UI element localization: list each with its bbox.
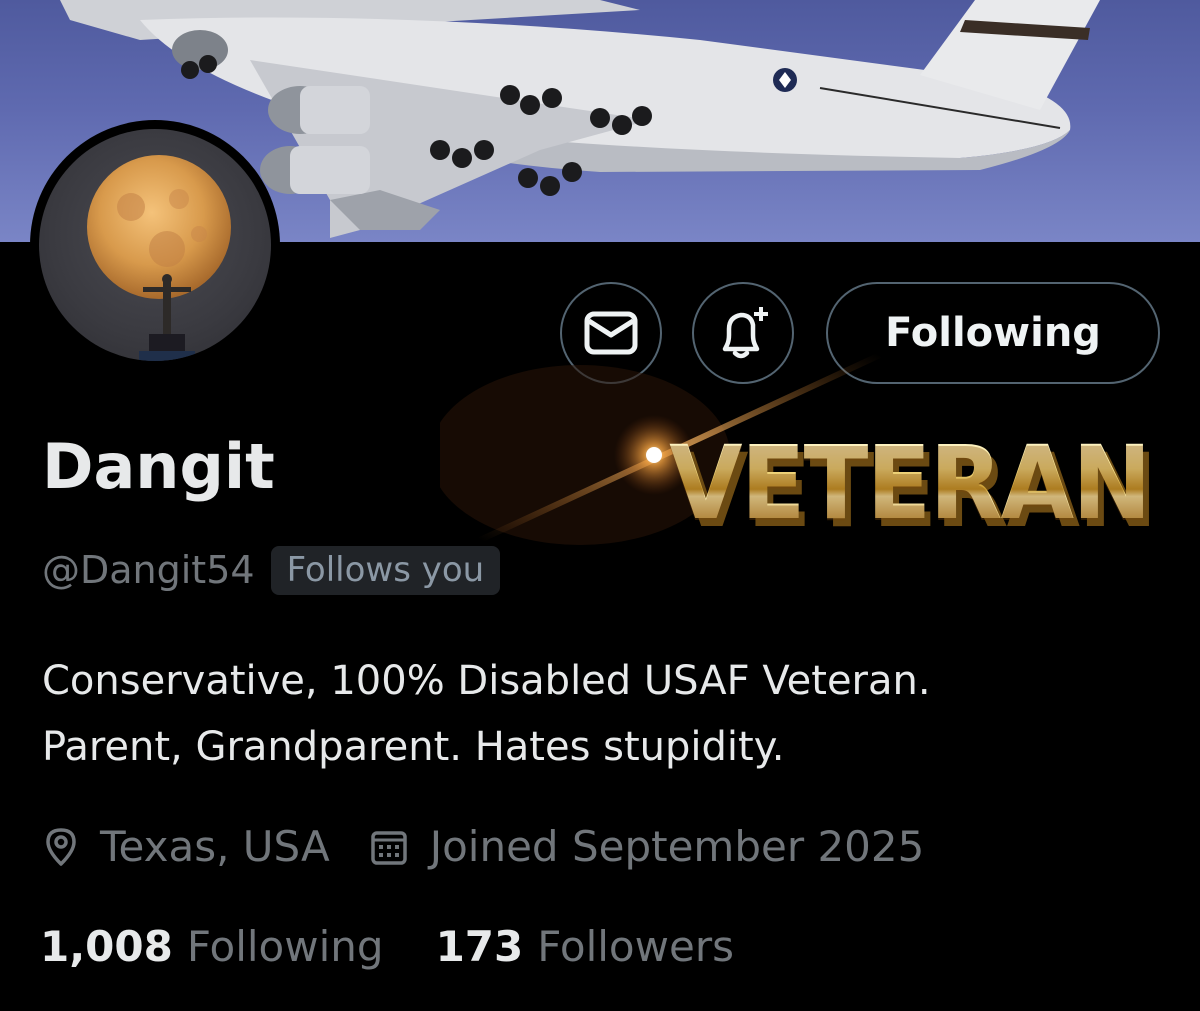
following-stat-link[interactable]: 1,008 Following [40,922,384,971]
profile-stats: 1,008 Following 173 Followers [40,922,734,971]
location-pin-icon [46,827,76,866]
veteran-text: VETERAN [669,424,1151,543]
followers-count: 173 [435,922,524,971]
veteran-graphic: VETERAN VETERAN [440,345,1180,585]
avatar-image [39,129,271,361]
location-item: Texas, USA [44,822,330,871]
display-name: Dangit [42,430,275,503]
handle-row: @Dangit54 Follows you [42,546,501,595]
bio-line: Conservative, 100% Disabled USAF Veteran… [42,658,931,704]
following-count: 1,008 [40,922,173,971]
profile-avatar[interactable] [30,120,280,370]
moon-image [87,155,231,361]
following-label: Following [186,922,384,971]
profile-meta: Texas, USA Joined September 2025 [44,822,924,871]
profile-bio: Conservative, 100% Disabled USAF Veteran… [42,648,1142,780]
followers-stat-link[interactable]: 173 Followers [436,922,734,971]
bio-line: Parent, Grandparent. Hates stupidity. [42,724,785,770]
follows-you-badge: Follows you [270,546,501,595]
followers-label: Followers [537,922,734,971]
location-text: Texas, USA [100,822,330,871]
profile-page: Following VETERAN VETERAN [0,0,1200,1011]
user-handle: @Dangit54 [42,548,255,593]
joined-item: Joined September 2025 [370,822,925,871]
joined-text: Joined September 2025 [429,822,925,871]
calendar-icon [370,830,407,865]
